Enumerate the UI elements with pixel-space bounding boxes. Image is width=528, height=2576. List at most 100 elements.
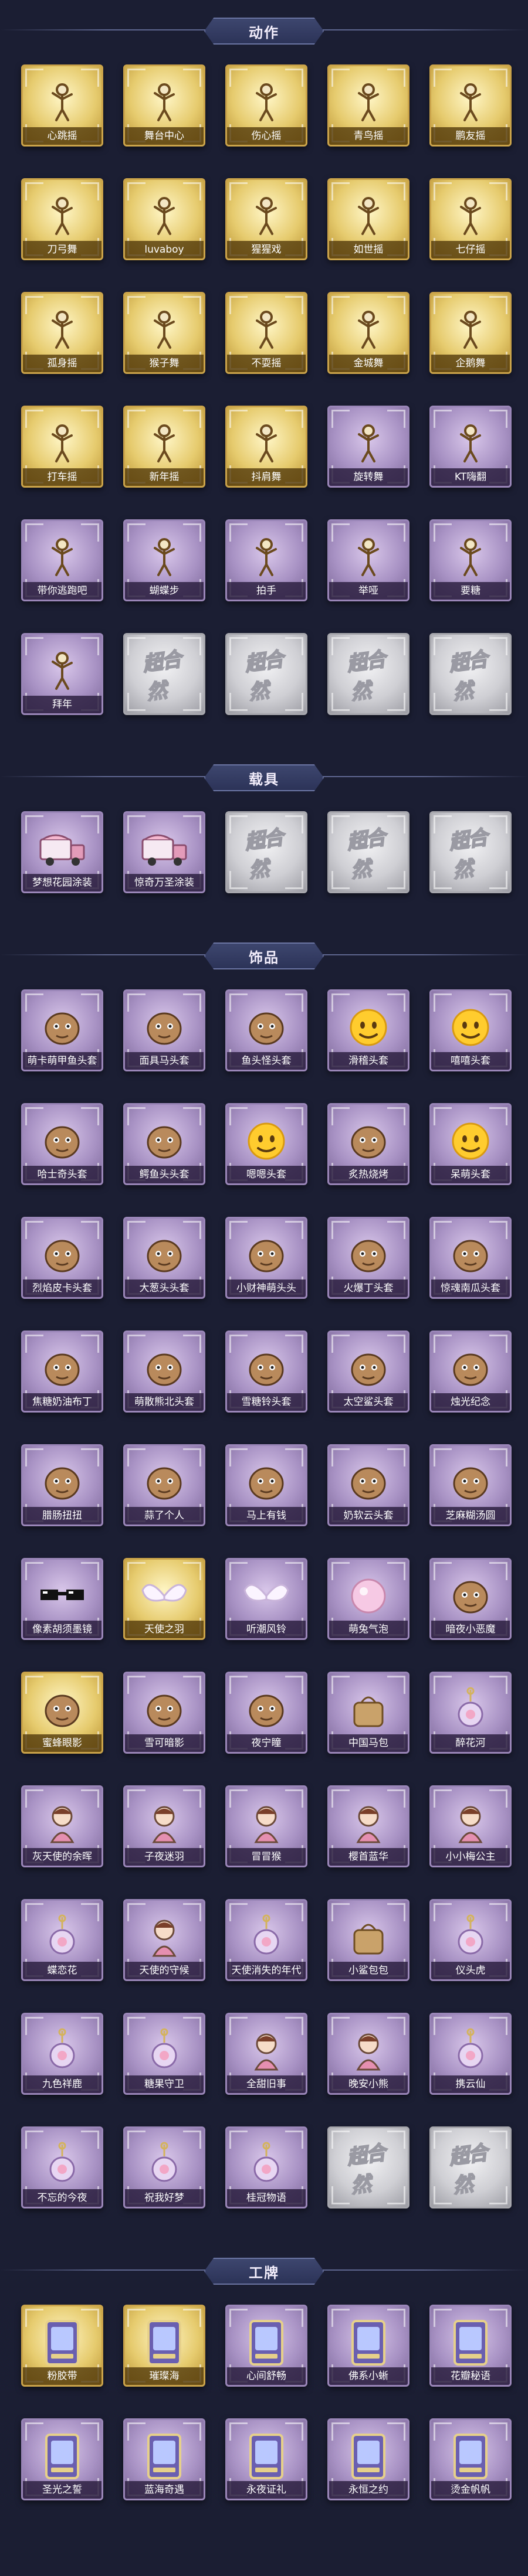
item-card[interactable]: 火爆丁头套 bbox=[327, 1217, 409, 1299]
item-card[interactable]: 蓝海奇遇 bbox=[123, 2418, 205, 2500]
item-card[interactable]: 天使之羽 bbox=[123, 1558, 205, 1640]
item-card[interactable]: 粉胶带 bbox=[21, 2305, 103, 2387]
item-card[interactable]: 梦想花园涂装 bbox=[21, 811, 103, 893]
item-card[interactable]: 祝我好梦 bbox=[123, 2126, 205, 2209]
item-card[interactable]: 璀璨海 bbox=[123, 2305, 205, 2387]
item-card[interactable]: 面具马头套 bbox=[123, 989, 205, 1071]
item-card[interactable]: 超合然 bbox=[225, 633, 307, 715]
item-card[interactable]: 大葱头头套 bbox=[123, 1217, 205, 1299]
item-card[interactable]: 永夜证礼 bbox=[225, 2418, 307, 2500]
item-card[interactable]: 蜜蜂眼影 bbox=[21, 1672, 103, 1754]
item-card[interactable]: 超合然 bbox=[225, 811, 307, 893]
item-card[interactable]: 呆萌头套 bbox=[429, 1103, 512, 1185]
item-card[interactable]: 孤身摇 bbox=[21, 292, 103, 374]
item-card[interactable]: 刀弓舞 bbox=[21, 178, 103, 260]
item-card[interactable]: 像素胡须墨镜 bbox=[21, 1558, 103, 1640]
item-card[interactable]: 七仔摇 bbox=[429, 178, 512, 260]
item-card[interactable]: 旋转舞 bbox=[327, 406, 409, 488]
item-card[interactable]: 天使消失的年代 bbox=[225, 1899, 307, 1981]
item-card[interactable]: 暗夜小恶魔 bbox=[429, 1558, 512, 1640]
item-card[interactable]: 灰天使的余晖 bbox=[21, 1785, 103, 1867]
item-card[interactable]: 蒜了个人 bbox=[123, 1444, 205, 1526]
item-card[interactable]: 超合然 bbox=[123, 633, 205, 715]
item-card[interactable]: 拍手 bbox=[225, 519, 307, 601]
item-card[interactable]: 超合然 bbox=[327, 2126, 409, 2209]
item-card[interactable]: 萌兔气泡 bbox=[327, 1558, 409, 1640]
item-card[interactable]: 新年摇 bbox=[123, 406, 205, 488]
item-card[interactable]: 超合然 bbox=[327, 633, 409, 715]
item-card[interactable]: 滑稽头套 bbox=[327, 989, 409, 1071]
item-card[interactable]: 企鹅舞 bbox=[429, 292, 512, 374]
item-card[interactable]: 萌卡萌甲鱼头套 bbox=[21, 989, 103, 1071]
item-card[interactable]: 樱首蓝华 bbox=[327, 1785, 409, 1867]
item-card[interactable]: 猴子舞 bbox=[123, 292, 205, 374]
item-card[interactable]: 天使的守候 bbox=[123, 1899, 205, 1981]
item-card[interactable]: 桂冠物语 bbox=[225, 2126, 307, 2209]
item-card[interactable]: 嗯嗯头套 bbox=[225, 1103, 307, 1185]
item-card[interactable]: 太空鲨头套 bbox=[327, 1330, 409, 1413]
item-card[interactable]: 小小梅公主 bbox=[429, 1785, 512, 1867]
item-card[interactable]: 如世摇 bbox=[327, 178, 409, 260]
item-card[interactable]: 烛光纪念 bbox=[429, 1330, 512, 1413]
item-card[interactable]: 举哑 bbox=[327, 519, 409, 601]
item-card[interactable]: 蝶恋花 bbox=[21, 1899, 103, 1981]
item-card[interactable]: 超合然 bbox=[429, 633, 512, 715]
item-card[interactable]: 醉花河 bbox=[429, 1672, 512, 1754]
item-card[interactable]: 奶软云头套 bbox=[327, 1444, 409, 1526]
item-card[interactable]: 子夜迷羽 bbox=[123, 1785, 205, 1867]
item-card[interactable]: 金城舞 bbox=[327, 292, 409, 374]
item-card[interactable]: 炙热烧烤 bbox=[327, 1103, 409, 1185]
item-card[interactable]: 芝麻糊汤圆 bbox=[429, 1444, 512, 1526]
item-card[interactable]: 仪头虎 bbox=[429, 1899, 512, 1981]
item-card[interactable]: 超合然 bbox=[327, 811, 409, 893]
item-card[interactable]: 要糖 bbox=[429, 519, 512, 601]
item-card[interactable]: 心跳摇 bbox=[21, 64, 103, 147]
item-card[interactable]: 马上有钱 bbox=[225, 1444, 307, 1526]
item-card[interactable]: 打车摇 bbox=[21, 406, 103, 488]
item-card[interactable]: 心间舒畅 bbox=[225, 2305, 307, 2387]
item-card[interactable]: 糖果守卫 bbox=[123, 2013, 205, 2095]
item-card[interactable]: 全甜旧事 bbox=[225, 2013, 307, 2095]
item-card[interactable]: 嘻嘻头套 bbox=[429, 989, 512, 1071]
item-card[interactable]: luvaboy bbox=[123, 178, 205, 260]
item-card[interactable]: 夜宁瞳 bbox=[225, 1672, 307, 1754]
item-card[interactable]: 佛系小蜥 bbox=[327, 2305, 409, 2387]
item-card[interactable]: 不耍摇 bbox=[225, 292, 307, 374]
item-card[interactable]: 雪可暗影 bbox=[123, 1672, 205, 1754]
item-card[interactable]: 抖肩舞 bbox=[225, 406, 307, 488]
item-card[interactable]: 听潮风铃 bbox=[225, 1558, 307, 1640]
item-card[interactable]: 晚安小熊 bbox=[327, 2013, 409, 2095]
item-card[interactable]: 带你逃跑吧 bbox=[21, 519, 103, 601]
item-card[interactable]: 哈士奇头套 bbox=[21, 1103, 103, 1185]
item-card[interactable]: 冒冒猴 bbox=[225, 1785, 307, 1867]
item-card[interactable]: 永恒之约 bbox=[327, 2418, 409, 2500]
item-card[interactable]: 超合然 bbox=[429, 2126, 512, 2209]
item-card[interactable]: 九色祥鹿 bbox=[21, 2013, 103, 2095]
item-card[interactable]: 圣光之誓 bbox=[21, 2418, 103, 2500]
item-card[interactable]: 舞台中心 bbox=[123, 64, 205, 147]
item-card[interactable]: 惊奇万圣涂装 bbox=[123, 811, 205, 893]
item-card[interactable]: 小财神萌头头 bbox=[225, 1217, 307, 1299]
item-card[interactable]: 中国马包 bbox=[327, 1672, 409, 1754]
item-card[interactable]: 花瓣秘语 bbox=[429, 2305, 512, 2387]
item-card[interactable]: 惊魂南瓜头套 bbox=[429, 1217, 512, 1299]
item-card[interactable]: 超合然 bbox=[429, 811, 512, 893]
item-card[interactable]: 雪糖铃头套 bbox=[225, 1330, 307, 1413]
item-card[interactable]: 青鸟摇 bbox=[327, 64, 409, 147]
item-card[interactable]: 携云仙 bbox=[429, 2013, 512, 2095]
item-card[interactable]: 不忘的今夜 bbox=[21, 2126, 103, 2209]
item-card[interactable]: KT嗨翻 bbox=[429, 406, 512, 488]
item-card[interactable]: 蝴蝶步 bbox=[123, 519, 205, 601]
item-card[interactable]: 猩猩戏 bbox=[225, 178, 307, 260]
item-card[interactable]: 鹏友摇 bbox=[429, 64, 512, 147]
item-card[interactable]: 拜年 bbox=[21, 633, 103, 715]
item-card[interactable]: 小鲨包包 bbox=[327, 1899, 409, 1981]
item-card[interactable]: 鳄鱼头头套 bbox=[123, 1103, 205, 1185]
item-card[interactable]: 烈焰皮卡头套 bbox=[21, 1217, 103, 1299]
item-card[interactable]: 烫金帆帆 bbox=[429, 2418, 512, 2500]
item-card[interactable]: 伤心摇 bbox=[225, 64, 307, 147]
item-card[interactable]: 萌散熊北头套 bbox=[123, 1330, 205, 1413]
item-card[interactable]: 鱼头怪头套 bbox=[225, 989, 307, 1071]
item-card[interactable]: 焦糖奶油布丁 bbox=[21, 1330, 103, 1413]
item-card[interactable]: 腊肠扭扭 bbox=[21, 1444, 103, 1526]
